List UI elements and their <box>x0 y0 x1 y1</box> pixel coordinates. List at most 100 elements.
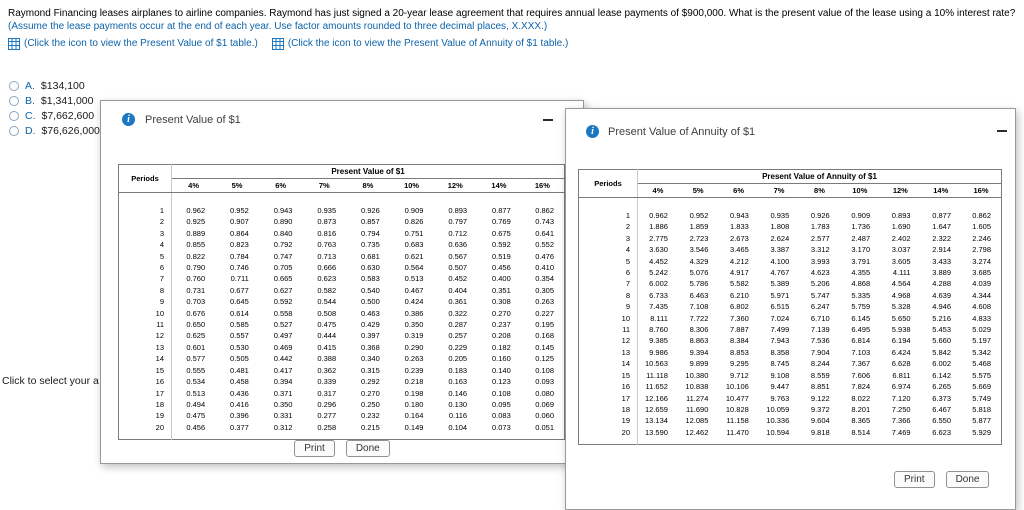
factor-cell: 5.582 <box>730 279 749 289</box>
option-a[interactable]: A. $134,100 <box>9 78 100 93</box>
factor-cell: 0.125 <box>535 354 554 364</box>
factor-cell: 5.650 <box>891 313 911 323</box>
option-b[interactable]: B. $1,341,000 <box>9 93 100 108</box>
factor-cell: 0.583 <box>361 274 380 284</box>
factor-cell: 0.339 <box>317 377 337 387</box>
print-button[interactable]: Print <box>294 440 335 457</box>
factor-cell: 6.710 <box>810 313 830 323</box>
factor-cell: 7.108 <box>689 302 709 312</box>
factor-cell: 5.660 <box>932 336 951 346</box>
factor-cell: 0.257 <box>448 331 468 341</box>
pv-table-link-text[interactable]: (Click the icon to view the Present Valu… <box>24 37 258 50</box>
option-c[interactable]: C. $7,662,600 <box>9 108 100 123</box>
factor-cell: 7.435 <box>649 302 668 312</box>
factor-cell: 0.962 <box>186 206 206 215</box>
factor-cell: 7.499 <box>770 325 790 335</box>
factor-cell: 10.059 <box>766 404 790 414</box>
factor-cell: 9.394 <box>689 347 709 357</box>
factor-cell: 0.564 <box>404 263 424 273</box>
radio-icon[interactable] <box>9 125 19 136</box>
factor-cell: 0.792 <box>273 240 293 250</box>
factor-row: 16 0.534 0.458 0.394 0.339 0.292 0.218 0.163 0.1… <box>118 376 565 388</box>
period-cell: 8 <box>578 289 638 302</box>
minimize-button[interactable] <box>995 124 1009 138</box>
done-button[interactable]: Done <box>945 471 990 488</box>
factor-cell: 6.002 <box>649 279 668 289</box>
factor-row: 1 0.962 0.952 0.943 0.935 0.926 0.909 0.893 0.87… <box>118 192 565 217</box>
period-cell: 4 <box>578 244 638 256</box>
factor-cell: 11.158 <box>726 416 749 426</box>
factor-cell: 5.818 <box>972 404 991 414</box>
factor-cell: 0.893 <box>891 211 911 220</box>
minimize-icon <box>997 130 1007 132</box>
factor-cell: 0.149 <box>404 422 424 432</box>
table-title: Present Value of $1 <box>171 164 565 179</box>
factor-cell: 0.683 <box>404 240 424 250</box>
factor-row: 20 13.590 12.462 11.470 10.594 9.818 8.514 7.46… <box>578 426 1002 445</box>
factor-cell: 5.389 <box>770 279 790 289</box>
factor-cell: 0.677 <box>230 285 249 295</box>
factor-cell: 8.745 <box>770 359 790 369</box>
factor-cell: 7.367 <box>851 359 871 369</box>
factor-cell: 0.873 <box>317 217 337 227</box>
factor-cell: 8.244 <box>810 359 830 369</box>
factor-cell: 6.802 <box>730 302 749 312</box>
factor-cell: 2.322 <box>932 233 951 243</box>
factor-cell: 0.711 <box>230 274 249 284</box>
option-d[interactable]: D. $76,626,000 <box>9 123 100 138</box>
option-letter: C. <box>25 109 36 122</box>
factor-cell: 13.590 <box>644 427 668 437</box>
factor-cell: 0.239 <box>404 365 424 375</box>
factor-cell: 4.639 <box>932 290 951 300</box>
factor-cell: 0.232 <box>361 411 380 421</box>
factor-cell: 9.295 <box>730 359 749 369</box>
factor-cell: 1.647 <box>932 222 951 232</box>
rate-column-header: 6% <box>258 178 303 193</box>
period-cell: 12 <box>118 330 172 342</box>
factor-cell: 0.319 <box>404 331 424 341</box>
radio-icon[interactable] <box>9 110 19 121</box>
period-cell: 7 <box>118 273 172 285</box>
pva-table-link-text[interactable]: (Click the icon to view the Present Valu… <box>288 37 569 50</box>
factor-cell: 0.476 <box>535 251 554 261</box>
factor-cell: 0.555 <box>186 365 206 375</box>
periods-header: Periods <box>118 164 172 193</box>
option-value: $76,626,000 <box>41 124 100 137</box>
rate-column-header: 14% <box>920 183 961 198</box>
pv-table-link[interactable]: (Click the icon to view the Present Valu… <box>8 37 258 50</box>
factor-cell: 0.350 <box>273 399 293 409</box>
factor-cell: 9.447 <box>770 382 790 392</box>
factor-cell: 11.690 <box>685 404 709 414</box>
radio-icon[interactable] <box>9 80 19 91</box>
factor-row: 18 12.659 11.690 10.828 10.059 9.372 8.201 7.25… <box>578 403 1002 416</box>
table-icon[interactable] <box>8 37 20 50</box>
radio-icon[interactable] <box>9 95 19 106</box>
factor-cell: 0.163 <box>448 377 468 387</box>
factor-cell: 0.361 <box>448 297 468 307</box>
table-icon[interactable] <box>271 37 284 50</box>
factor-cell: 4.212 <box>730 256 749 266</box>
period-cell: 9 <box>578 301 638 313</box>
factor-cell: 6.210 <box>730 290 749 300</box>
factor-cell: 0.735 <box>361 240 380 250</box>
factor-cell: 0.552 <box>535 240 554 250</box>
factor-cell: 4.344 <box>972 290 991 300</box>
factor-cell: 0.544 <box>317 297 337 307</box>
minimize-button[interactable] <box>541 113 555 127</box>
factor-cell: 4.946 <box>932 302 951 312</box>
answer-options: A. $134,100 B. $1,341,000 C. $7,662,600 … <box>9 78 100 138</box>
factor-row: 10 8.111 7.722 7.360 7.024 6.710 6.145 5.650 5.2… <box>578 312 1002 325</box>
done-button[interactable]: Done <box>345 440 390 457</box>
factor-cell: 2.624 <box>770 233 790 243</box>
factor-cell: 6.811 <box>892 370 911 380</box>
factor-cell: 0.305 <box>535 285 554 295</box>
dialog-buttons: Print Done <box>101 440 583 457</box>
pva-table-link[interactable]: (Click the icon to view the Present Valu… <box>271 37 569 50</box>
factor-row: 14 0.577 0.505 0.442 0.388 0.340 0.263 0.205 0.1… <box>118 353 565 365</box>
factor-cell: 6.623 <box>932 427 951 437</box>
print-button[interactable]: Print <box>894 471 935 488</box>
option-value: $7,662,600 <box>41 109 95 122</box>
period-cell: 3 <box>118 227 172 240</box>
factor-cell: 3.433 <box>932 256 951 266</box>
factor-cell: 8.760 <box>649 325 668 335</box>
